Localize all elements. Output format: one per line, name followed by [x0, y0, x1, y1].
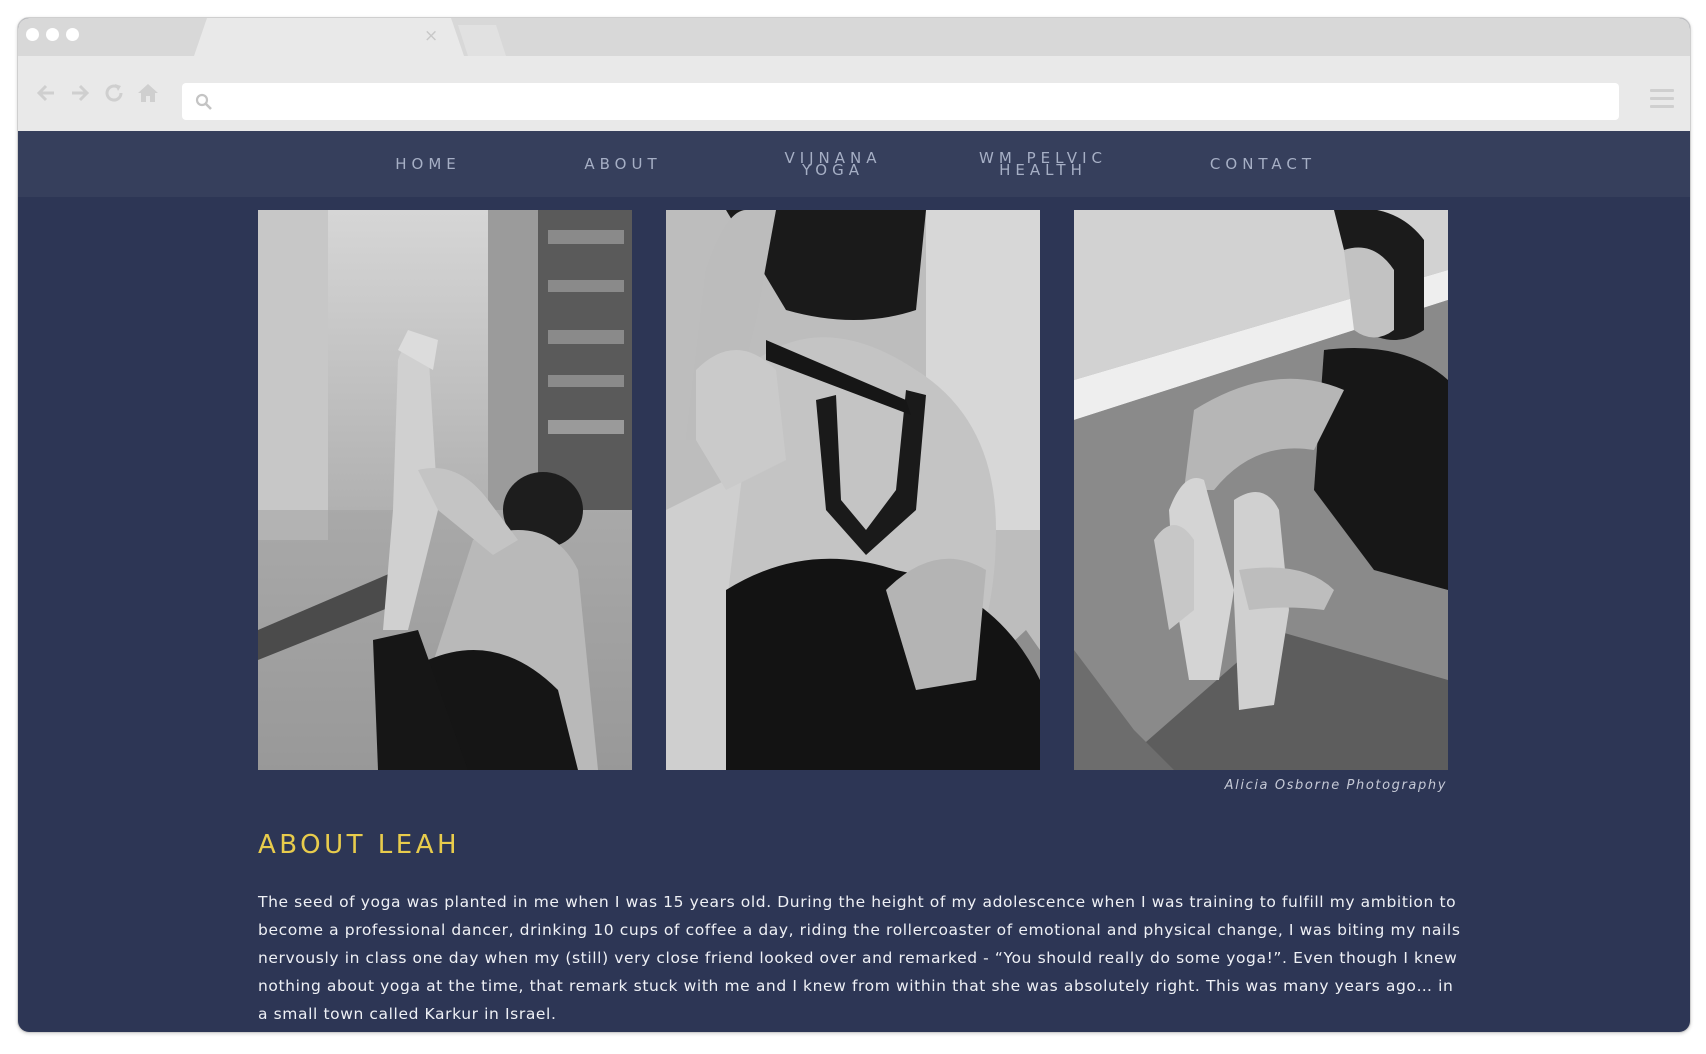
- window-close-dot[interactable]: [26, 28, 39, 41]
- nav-item-vijnana-yoga[interactable]: VIJNANA YOGA: [748, 131, 918, 197]
- back-arrow-icon[interactable]: [34, 81, 58, 105]
- window-minimize-dot[interactable]: [46, 28, 59, 41]
- yoga-photo-2: [666, 210, 1040, 770]
- nav-item-home[interactable]: HOME: [358, 131, 498, 197]
- nav-item-wm-pelvic-health[interactable]: WM PELVIC HEALTH: [943, 131, 1143, 197]
- nav-item-about[interactable]: ABOUT: [553, 131, 693, 197]
- site-navigation: HOME ABOUT VIJNANA YOGA WM PELVIC HEALTH C…: [18, 131, 1690, 197]
- new-tab-button[interactable]: [458, 25, 506, 56]
- browser-toolbar: [18, 56, 1690, 131]
- yoga-photo-1-image: [258, 210, 632, 770]
- browser-window: × HOME ABOUT VIJNANA YOGA WM PELVIC HEAL…: [17, 17, 1691, 1033]
- search-icon: [195, 93, 212, 110]
- yoga-photo-1: [258, 210, 632, 770]
- home-icon[interactable]: [136, 81, 160, 105]
- forward-arrow-icon[interactable]: [68, 81, 92, 105]
- page-heading: ABOUT LEAH: [258, 830, 461, 860]
- reload-icon[interactable]: [102, 81, 126, 105]
- bio-paragraph: The seed of yoga was planted in me when …: [258, 893, 1461, 1023]
- close-icon[interactable]: ×: [424, 26, 438, 46]
- photo-credit: Alicia Osborne Photography: [1224, 778, 1447, 793]
- address-bar[interactable]: [182, 83, 1619, 120]
- yoga-photo-3-image: [1074, 210, 1448, 770]
- tab-bar: ×: [18, 18, 1690, 56]
- yoga-photo-2-image: [666, 210, 1040, 770]
- nav-item-contact[interactable]: CONTACT: [1168, 131, 1358, 197]
- window-maximize-dot[interactable]: [66, 28, 79, 41]
- yoga-photo-3: [1074, 210, 1448, 770]
- hamburger-menu-icon[interactable]: [1650, 89, 1674, 109]
